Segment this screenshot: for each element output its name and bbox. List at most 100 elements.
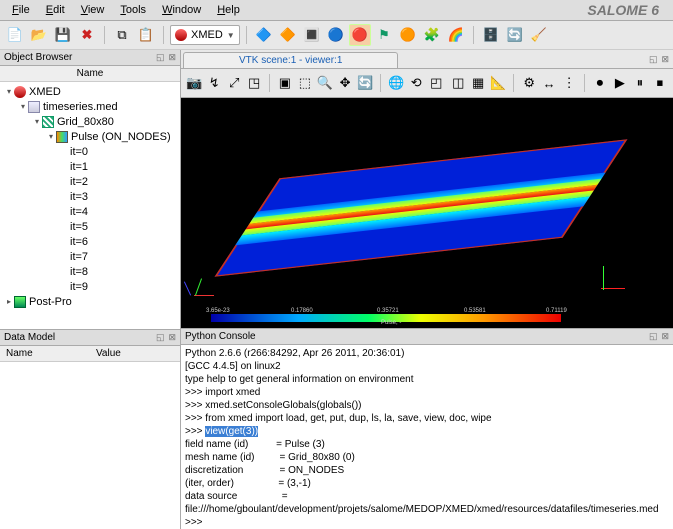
panel-close-icon[interactable]: ⊠ (168, 332, 176, 343)
record-icon[interactable]: ⏺ (591, 72, 609, 94)
clear-icon[interactable]: 🧹 (528, 24, 550, 46)
close-icon[interactable]: ✖ (76, 24, 98, 46)
menu-window[interactable]: Window (154, 2, 209, 18)
data-model-title: Data Model ◱⊠ (0, 330, 180, 346)
main-toolbar: 📄 📂 💾 ✖ ⧉ 📋 XMED ▼ 🔷 🔶 🔳 🔵 🔴 ⚑ 🟠 🧩 🌈 🗄️ … (0, 21, 673, 50)
scaling-icon[interactable]: ↔ (540, 72, 558, 94)
object-browser-panel: Object Browser ◱⊠ Name ▾XMED▾timeseries.… (0, 50, 180, 330)
stop-rec-icon[interactable]: ⏹ (651, 72, 669, 94)
graduated-axes-icon[interactable]: 📐 (489, 72, 507, 94)
menu-view[interactable]: View (73, 2, 113, 18)
db-icon[interactable]: 🗄️ (480, 24, 502, 46)
view-ortho-icon[interactable]: ◫ (449, 72, 467, 94)
save-icon[interactable]: 💾 (52, 24, 74, 46)
redcircle-icon (14, 86, 26, 98)
update-rate-icon[interactable]: ⚙ (520, 72, 538, 94)
tree-step-4[interactable]: it=4 (0, 204, 180, 219)
data-model-panel: Data Model ◱⊠ NameValue (0, 330, 180, 529)
dump-view-icon[interactable]: 📷 (185, 72, 203, 94)
data-model-header: NameValue (0, 346, 180, 362)
object-browser-tree[interactable]: ▾XMED▾timeseries.med▾Grid_80x80▾Pulse (O… (0, 82, 180, 329)
panel-undock-icon[interactable]: ◱ (649, 331, 658, 342)
mod-yacs-icon[interactable]: 🧩 (421, 24, 443, 46)
menu-help[interactable]: Help (209, 2, 248, 18)
copy-icon[interactable]: ⧉ (111, 24, 133, 46)
global-pan-icon[interactable]: 🌐 (387, 72, 405, 94)
field-icon (56, 131, 68, 143)
vtk-viewport[interactable]: 3.65e-23 0.17860 Pulse, - 0.35721 0.5358… (181, 98, 673, 328)
mod-xmed-icon[interactable]: 🔴 (349, 24, 371, 46)
tree-step-6[interactable]: it=6 (0, 234, 180, 249)
mod-shaper-icon[interactable]: 🔷 (253, 24, 275, 46)
python-console-panel: Python Console ◱⊠ Python 2.6.6 (r266:842… (181, 328, 673, 529)
app-logo: SALOME 6 (587, 2, 669, 18)
vtk-tabbar: VTK scene:1 - viewer:1 ◱⊠ (181, 50, 673, 69)
view-1-icon[interactable]: ▦ (469, 72, 487, 94)
mod-paravis-icon[interactable]: 🔵 (325, 24, 347, 46)
tree-step-3[interactable]: it=3 (0, 189, 180, 204)
tree-step-2[interactable]: it=2 (0, 174, 180, 189)
module-icon (175, 29, 187, 41)
origin-trihedron-icon (188, 273, 218, 303)
tree-field[interactable]: ▾Pulse (ON_NODES) (0, 129, 180, 144)
menu-edit[interactable]: Edit (38, 2, 73, 18)
right-column: VTK scene:1 - viewer:1 ◱⊠ 📷 ↯ ⤢ ◳ ▣ ⬚ 🔍 … (181, 50, 673, 529)
fit-area-icon[interactable]: ⬚ (296, 72, 314, 94)
tree-step-1[interactable]: it=1 (0, 159, 180, 174)
mod-geom-icon[interactable]: 🔶 (277, 24, 299, 46)
play-icon[interactable]: ▶ (611, 72, 629, 94)
tree-mesh[interactable]: ▾Grid_80x80 (0, 114, 180, 129)
panel-close-icon[interactable]: ⊠ (168, 52, 176, 63)
grid-icon (42, 116, 54, 128)
pan-icon[interactable]: ✥ (336, 72, 354, 94)
tree-step-0[interactable]: it=0 (0, 144, 180, 159)
left-column: Object Browser ◱⊠ Name ▾XMED▾timeseries.… (0, 50, 181, 529)
module-selector[interactable]: XMED ▼ (170, 25, 240, 45)
reset-icon[interactable]: ⟲ (407, 72, 425, 94)
main-area: Object Browser ◱⊠ Name ▾XMED▾timeseries.… (0, 50, 673, 529)
panel-close-icon[interactable]: ⊠ (661, 331, 669, 342)
module-label: XMED (191, 29, 223, 41)
zoom-icon[interactable]: 🔍 (316, 72, 334, 94)
menu-file[interactable]: File (4, 2, 38, 18)
pause-icon[interactable]: ⏸ (631, 72, 649, 94)
menubar: File Edit View Tools Window Help SALOME … (0, 0, 673, 21)
tree-step-8[interactable]: it=8 (0, 264, 180, 279)
vtk-toolbar: 📷 ↯ ⤢ ◳ ▣ ⬚ 🔍 ✥ 🔄 🌐 ⟲ ◰ ◫ ▦ 📐 ⚙ ↔ ⋮ ⏺ ▶ (181, 69, 673, 98)
refresh-icon[interactable]: 🔄 (504, 24, 526, 46)
doc-icon (28, 101, 40, 113)
new-doc-icon[interactable]: 📄 (4, 24, 26, 46)
menu-tools[interactable]: Tools (112, 2, 154, 18)
mod-rainbow-icon[interactable]: 🌈 (445, 24, 467, 46)
object-browser-header: Name (0, 66, 180, 82)
view-front-icon[interactable]: ◰ (427, 72, 445, 94)
panel-undock-icon[interactable]: ◱ (156, 52, 165, 63)
chevron-down-icon: ▼ (227, 31, 235, 40)
mod-py-icon[interactable]: 🟠 (397, 24, 419, 46)
panel-undock-icon[interactable]: ◱ (156, 332, 165, 343)
tree-postpro[interactable]: ▸Post-Pro (0, 294, 180, 309)
pp-icon (14, 296, 26, 308)
mod-flag-icon[interactable]: ⚑ (373, 24, 395, 46)
python-console-title: Python Console ◱⊠ (181, 329, 673, 345)
tree-step-9[interactable]: it=9 (0, 279, 180, 294)
zoom-style-icon[interactable]: ⤢ (225, 72, 243, 94)
data-model-body (0, 362, 180, 529)
tab-close-icon[interactable]: ⊠ (661, 54, 669, 66)
tree-step-5[interactable]: it=5 (0, 219, 180, 234)
mod-mesh-icon[interactable]: 🔳 (301, 24, 323, 46)
paste-icon[interactable]: 📋 (135, 24, 157, 46)
object-browser-title: Object Browser ◱⊠ (0, 50, 180, 66)
vtk-tab-active[interactable]: VTK scene:1 - viewer:1 (183, 52, 398, 68)
tab-undock-icon[interactable]: ◱ (649, 54, 658, 66)
tree-step-7[interactable]: it=7 (0, 249, 180, 264)
open-icon[interactable]: 📂 (28, 24, 50, 46)
trihedron-icon[interactable]: ◳ (245, 72, 263, 94)
rotate-icon[interactable]: 🔄 (356, 72, 374, 94)
python-console-body[interactable]: Python 2.6.6 (r266:84292, Apr 26 2011, 2… (181, 345, 673, 529)
tree-file[interactable]: ▾timeseries.med (0, 99, 180, 114)
fit-all-icon[interactable]: ▣ (276, 72, 294, 94)
params-icon[interactable]: ⋮ (560, 72, 578, 94)
tree-root-xmed[interactable]: ▾XMED (0, 84, 180, 99)
interact-style-icon[interactable]: ↯ (205, 72, 223, 94)
